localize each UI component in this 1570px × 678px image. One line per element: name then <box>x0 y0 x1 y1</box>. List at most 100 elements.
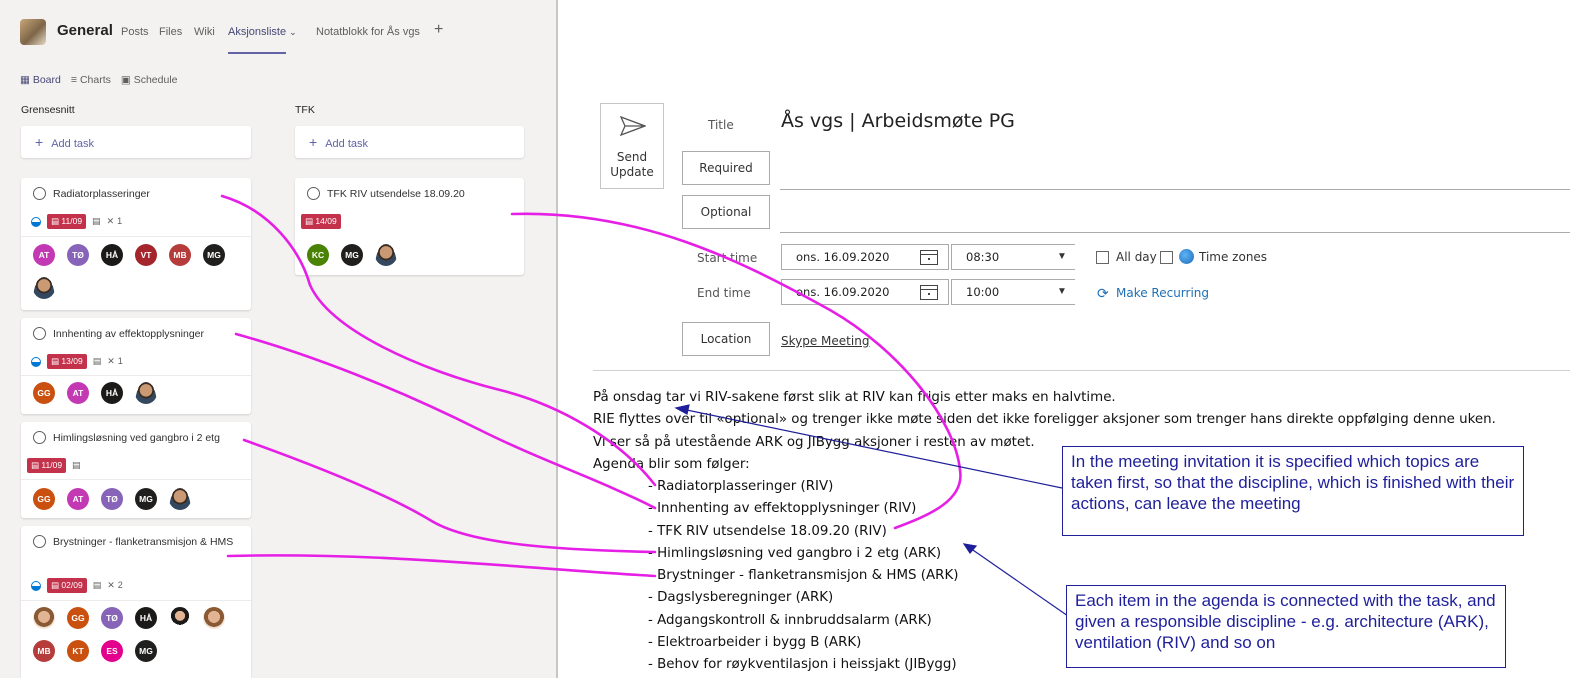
bucket-title: Grensesnitt <box>21 104 75 116</box>
add-task-button[interactable]: + Add task <box>295 126 524 158</box>
view-board[interactable]: ▦ Board <box>20 74 61 86</box>
agenda-item: - TFK RIV utsendelse 18.09.20 (RIV) <box>648 523 887 539</box>
location-field[interactable]: Skype Meeting <box>781 334 869 348</box>
callout-first-topics: In the meeting invitation it is specifie… <box>1062 446 1524 536</box>
avatar[interactable]: GG <box>33 382 55 404</box>
tab-aksjonsliste[interactable]: Aksjonsliste ⌄ <box>228 26 297 38</box>
avatar-photo[interactable] <box>375 244 397 266</box>
globe-icon <box>1179 249 1194 264</box>
avatar[interactable]: AT <box>67 382 89 404</box>
send-update-label: Send Update <box>610 150 654 179</box>
assignees: GG AT HÅ <box>33 382 251 404</box>
avatar[interactable]: HÅ <box>135 607 157 629</box>
send-update-button[interactable]: Send Update <box>600 103 664 189</box>
complete-checkbox[interactable] <box>33 327 46 340</box>
agenda-item: - Radiatorplasseringer (RIV) <box>648 479 834 494</box>
title-field[interactable]: Ås vgs | Arbeidsmøte PG <box>781 110 1015 132</box>
start-date-picker[interactable]: ons. 16.09.2020 <box>781 244 949 270</box>
attachment-icon: ✕ 1 <box>106 216 123 226</box>
tab-files[interactable]: Files <box>159 26 182 38</box>
recurring-icon[interactable]: ⟳ <box>1097 285 1109 302</box>
complete-checkbox[interactable] <box>33 187 46 200</box>
task-title: Himlingsløsning ved gangbro i 2 etg <box>53 432 220 444</box>
end-time-label: End time <box>697 286 751 300</box>
chevron-down-icon: ⌄ <box>289 27 297 37</box>
view-schedule[interactable]: ▣ Schedule <box>121 74 178 86</box>
calendar-icon[interactable] <box>920 250 938 265</box>
required-field[interactable] <box>780 189 1570 190</box>
complete-checkbox[interactable] <box>33 431 46 444</box>
agenda-item: - Behov for røykventilasjon i heissjakt … <box>648 657 957 673</box>
agenda-item: - Dagslysberegninger (ARK) <box>648 590 834 606</box>
chevron-down-icon[interactable]: ▼ <box>1057 251 1067 262</box>
avatar[interactable]: TØ <box>101 488 123 510</box>
avatar[interactable]: KC <box>307 244 329 266</box>
bucket-title: TFK <box>295 104 315 116</box>
avatar-photo[interactable] <box>203 607 225 629</box>
avatar[interactable]: MG <box>135 640 157 662</box>
add-task-button[interactable]: + Add task <box>21 126 251 158</box>
task-card[interactable]: Radiatorplasseringer ▤ 11/09 ▤ ✕ 1 AT TØ … <box>21 178 251 310</box>
avatar[interactable]: MG <box>135 488 157 510</box>
plus-icon: + <box>35 134 44 150</box>
team-avatar[interactable] <box>20 19 46 45</box>
avatar-photo[interactable] <box>169 607 191 629</box>
avatar[interactable]: TØ <box>101 607 123 629</box>
task-meta: ▤ 02/09 ▤ ✕ 2 <box>31 578 123 593</box>
avatar-photo[interactable] <box>135 382 157 404</box>
avatar[interactable]: MG <box>341 244 363 266</box>
add-tab-button[interactable]: + <box>434 21 443 39</box>
avatar-photo[interactable] <box>169 488 191 510</box>
task-card[interactable]: Innhenting av effektopplysninger ▤ 13/09… <box>21 318 251 414</box>
avatar[interactable]: MG <box>203 244 225 266</box>
optional-button[interactable]: Optional <box>682 195 770 229</box>
time-zones-checkbox[interactable] <box>1160 251 1173 264</box>
required-button[interactable]: Required <box>682 151 770 185</box>
avatar-photo[interactable] <box>33 607 55 629</box>
task-card[interactable]: Himlingsløsning ved gangbro i 2 etg ▤ 11… <box>21 422 251 518</box>
avatar-photo[interactable] <box>33 277 55 299</box>
chevron-down-icon[interactable]: ▼ <box>1057 286 1067 297</box>
title-label: Title <box>708 118 734 132</box>
due-date-badge: ▤ 11/09 <box>47 214 87 229</box>
tab-wiki[interactable]: Wiki <box>194 26 215 38</box>
location-button[interactable]: Location <box>682 322 770 356</box>
avatar[interactable]: HÅ <box>101 382 123 404</box>
agenda-item: - Innhenting av effektopplysninger (RIV) <box>648 501 917 517</box>
view-charts[interactable]: ≡ Charts <box>71 74 111 86</box>
due-date-badge: ▤ 13/09 <box>47 354 87 369</box>
end-date-picker[interactable]: ons. 16.09.2020 <box>781 279 949 305</box>
avatar[interactable]: HÅ <box>101 244 123 266</box>
progress-icon <box>31 216 41 227</box>
avatar[interactable]: ES <box>101 640 123 662</box>
avatar[interactable]: MB <box>33 640 55 662</box>
task-card[interactable]: Brystninger - flanketransmisjon & HMS ▤ … <box>21 526 251 678</box>
make-recurring-link[interactable]: Make Recurring <box>1116 286 1209 300</box>
avatar[interactable]: TØ <box>67 244 89 266</box>
progress-icon <box>31 356 41 367</box>
tab-notebook[interactable]: Notatblokk for Ås vgs <box>316 26 420 38</box>
send-icon <box>620 116 646 136</box>
calendar-icon[interactable] <box>920 285 938 300</box>
meeting-editor: Send Update Title Ås vgs | Arbeidsmøte P… <box>560 0 1570 678</box>
channel-name: General <box>57 22 113 39</box>
complete-checkbox[interactable] <box>33 535 46 548</box>
complete-checkbox[interactable] <box>307 187 320 200</box>
tab-posts[interactable]: Posts <box>121 26 149 38</box>
task-title: TFK RIV utsendelse 18.09.20 <box>327 188 465 200</box>
avatar[interactable]: AT <box>67 488 89 510</box>
agenda-list: - Radiatorplasseringer (RIV) - Innhentin… <box>648 476 958 677</box>
optional-field[interactable] <box>780 232 1570 233</box>
body-separator <box>593 370 1570 371</box>
task-card[interactable]: TFK RIV utsendelse 18.09.20 ▤ 14/09 KC M… <box>295 178 524 275</box>
avatar[interactable]: VT <box>135 244 157 266</box>
divider <box>21 375 251 376</box>
avatar[interactable]: MB <box>169 244 191 266</box>
active-tab-indicator <box>228 52 286 54</box>
avatar[interactable]: GG <box>33 488 55 510</box>
avatar[interactable]: KT <box>67 640 89 662</box>
avatar[interactable]: GG <box>67 607 89 629</box>
avatar[interactable]: AT <box>33 244 55 266</box>
all-day-checkbox[interactable] <box>1096 251 1109 264</box>
agenda-item: - Himlingsløsning ved gangbro i 2 etg (A… <box>648 545 942 561</box>
